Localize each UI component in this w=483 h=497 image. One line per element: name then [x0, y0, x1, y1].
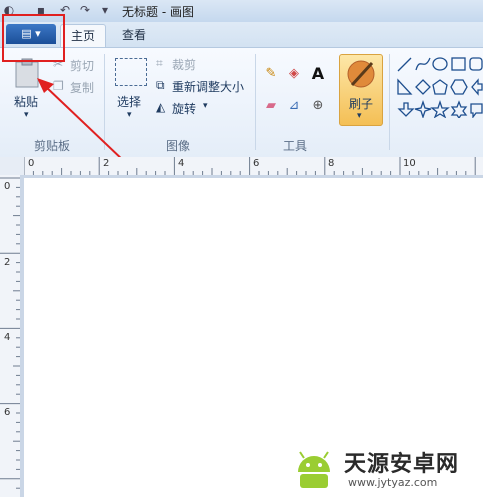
android-logo-icon — [298, 451, 330, 488]
ruler-corner — [0, 157, 24, 175]
ruler-label: 2 — [4, 257, 11, 268]
horizontal-ruler: 0 2 4 6 8 10 — [24, 157, 483, 176]
watermark: 天源安卓网 www.jytyaz.com — [288, 440, 483, 497]
ruler-label: 4 — [178, 158, 185, 169]
ruler-label: 6 — [4, 407, 11, 418]
ruler-label: 0 — [4, 181, 11, 192]
watermark-url: www.jytyaz.com — [348, 476, 438, 489]
ruler-label: 0 — [28, 158, 35, 169]
ruler-label: 8 — [328, 158, 335, 169]
ruler-label: 6 — [253, 158, 260, 169]
ruler-label: 10 — [403, 158, 416, 169]
ruler-label: 4 — [4, 332, 11, 343]
watermark-brand: 天源安卓网 — [344, 452, 460, 477]
ruler-label: 2 — [103, 158, 110, 169]
vertical-ruler: 0 2 4 6 — [0, 175, 21, 497]
